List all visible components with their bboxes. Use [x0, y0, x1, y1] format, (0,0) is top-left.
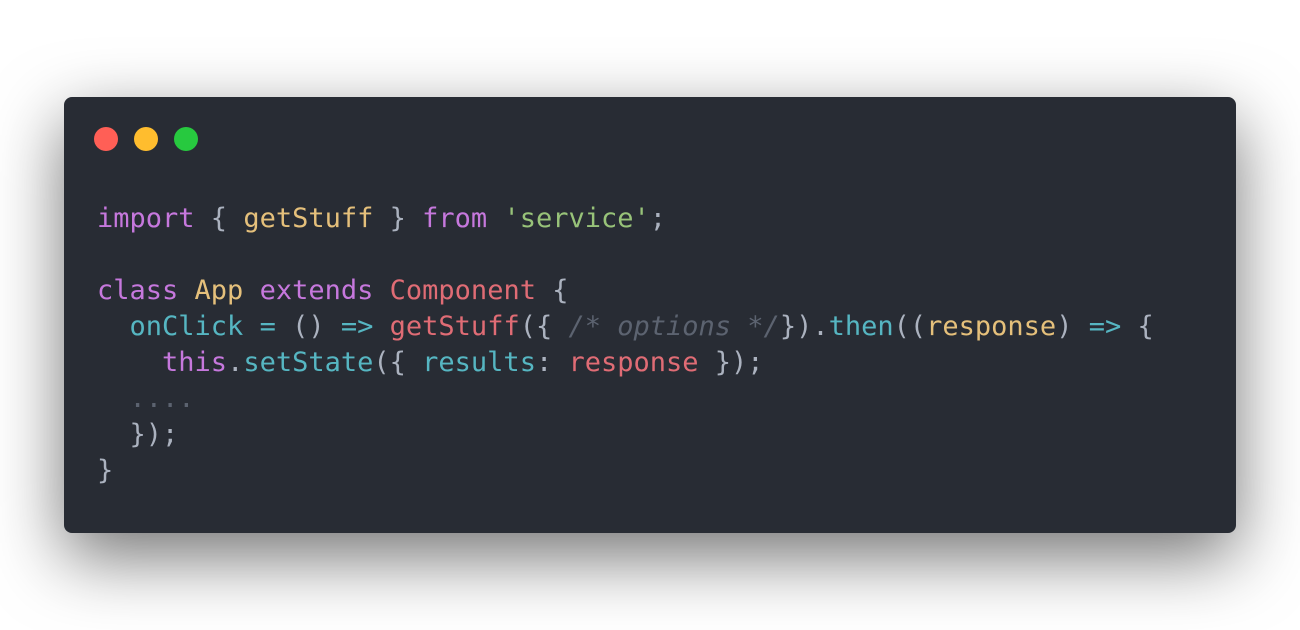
code-token-default: ({	[373, 347, 423, 378]
code-token-operator: =	[259, 311, 276, 342]
code-token-member: setState	[243, 347, 374, 378]
close-button[interactable]	[94, 127, 118, 151]
code-line: this.setState({ results: response });	[97, 345, 1154, 381]
code-token-variable: response	[568, 347, 699, 378]
code-token-keyword: import	[97, 203, 195, 234]
code-token-default	[243, 311, 259, 342]
code-token-keyword: this	[162, 347, 228, 378]
code-token-default: }	[97, 455, 114, 486]
code-window: import { getStuff } from 'service'; class…	[64, 97, 1236, 533]
code-token-class-name: getStuff	[243, 203, 374, 234]
code-token-class-name: response	[926, 311, 1057, 342]
minimize-button[interactable]	[134, 127, 158, 151]
window-controls	[94, 127, 198, 151]
code-token-default: });	[97, 419, 179, 450]
code-token-default	[373, 311, 389, 342]
code-token-default: ;	[649, 203, 667, 234]
code-token-function: Component	[389, 275, 536, 306]
code-token-member: then	[828, 311, 894, 342]
code-token-default: ((	[893, 311, 927, 342]
code-token-function: getStuff	[389, 311, 520, 342]
code-token-operator: =>	[340, 311, 374, 342]
code-block: import { getStuff } from 'service'; class…	[97, 201, 1154, 489]
code-line: }	[97, 453, 1154, 489]
code-token-default: :	[535, 347, 569, 378]
code-line: import { getStuff } from 'service';	[97, 201, 1154, 237]
code-token-default	[487, 203, 503, 234]
code-token-default: });	[698, 347, 764, 378]
code-token-default	[373, 275, 389, 306]
code-token-default	[178, 275, 194, 306]
code-token-default: {	[535, 275, 569, 306]
code-token-class-name: App	[194, 275, 244, 306]
code-token-comment: ....	[97, 383, 195, 414]
code-token-default: {	[194, 203, 244, 234]
stage: import { getStuff } from 'service'; class…	[0, 0, 1300, 630]
code-token-default	[97, 347, 162, 378]
code-token-operator: =>	[1088, 311, 1122, 342]
code-token-comment: /* options */	[568, 311, 780, 342]
code-line: });	[97, 417, 1154, 453]
code-token-default: }).	[779, 311, 829, 342]
code-line: ....	[97, 381, 1154, 417]
code-line: onClick = () => getStuff({ /* options */…	[97, 309, 1154, 345]
code-token-member: results	[422, 347, 536, 378]
zoom-button[interactable]	[174, 127, 198, 151]
code-token-default: ({	[519, 311, 569, 342]
code-token-keyword: from	[422, 203, 488, 234]
code-line: class App extends Component {	[97, 273, 1154, 309]
code-token-default: }	[373, 203, 423, 234]
code-token-default	[243, 275, 259, 306]
code-token-default	[97, 311, 130, 342]
code-token-default: {	[1121, 311, 1154, 342]
code-token-member: onClick	[129, 311, 244, 342]
code-token-default: )	[1056, 311, 1089, 342]
code-token-keyword: extends	[259, 275, 374, 306]
code-token-keyword: class	[97, 275, 179, 306]
code-token-default: .	[227, 347, 244, 378]
code-token-default: ()	[275, 311, 341, 342]
code-token-string: 'service'	[503, 203, 650, 234]
